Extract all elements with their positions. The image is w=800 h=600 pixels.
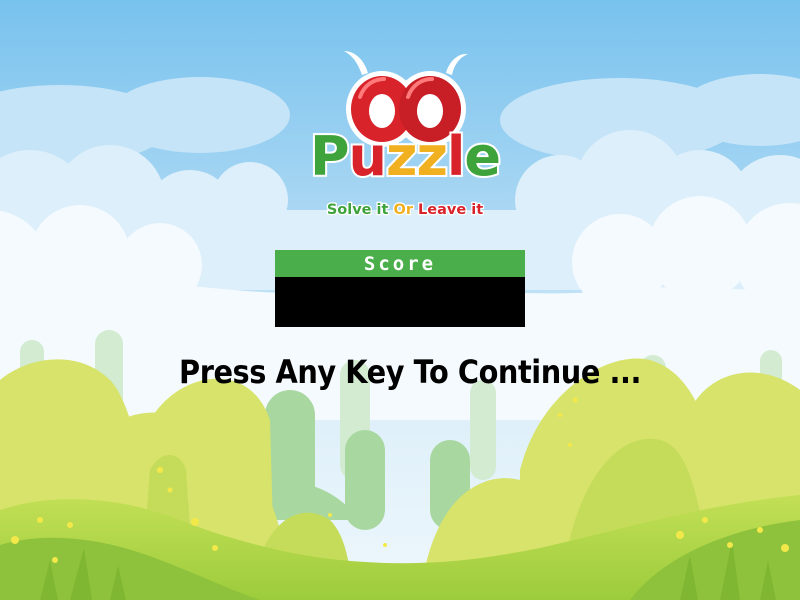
tagline-part: Solve it <box>326 201 394 220</box>
tagline-part: Or <box>392 201 419 220</box>
logo-tagline: Solve it Or Leave it <box>290 200 520 220</box>
logo-letter: z <box>384 125 420 189</box>
game-logo: Puzzle Solve it Or Leave it <box>290 45 520 225</box>
logo-letter: l <box>445 125 467 189</box>
logo-letter: u <box>347 125 390 189</box>
sparkle-left <box>344 51 368 75</box>
logo-letter: e <box>462 125 503 189</box>
score-panel: Score <box>275 250 525 327</box>
score-value <box>275 277 525 327</box>
logo-letter: P <box>308 125 352 189</box>
logo-letter: z <box>414 125 450 189</box>
score-label: Score <box>275 250 525 277</box>
continue-prompt[interactable]: Press Any Key To Continue ... <box>131 347 689 397</box>
sparkle-right <box>446 53 468 75</box>
tagline-part: Leave it <box>417 201 485 220</box>
logo-wordmark: Puzzle <box>290 125 520 189</box>
